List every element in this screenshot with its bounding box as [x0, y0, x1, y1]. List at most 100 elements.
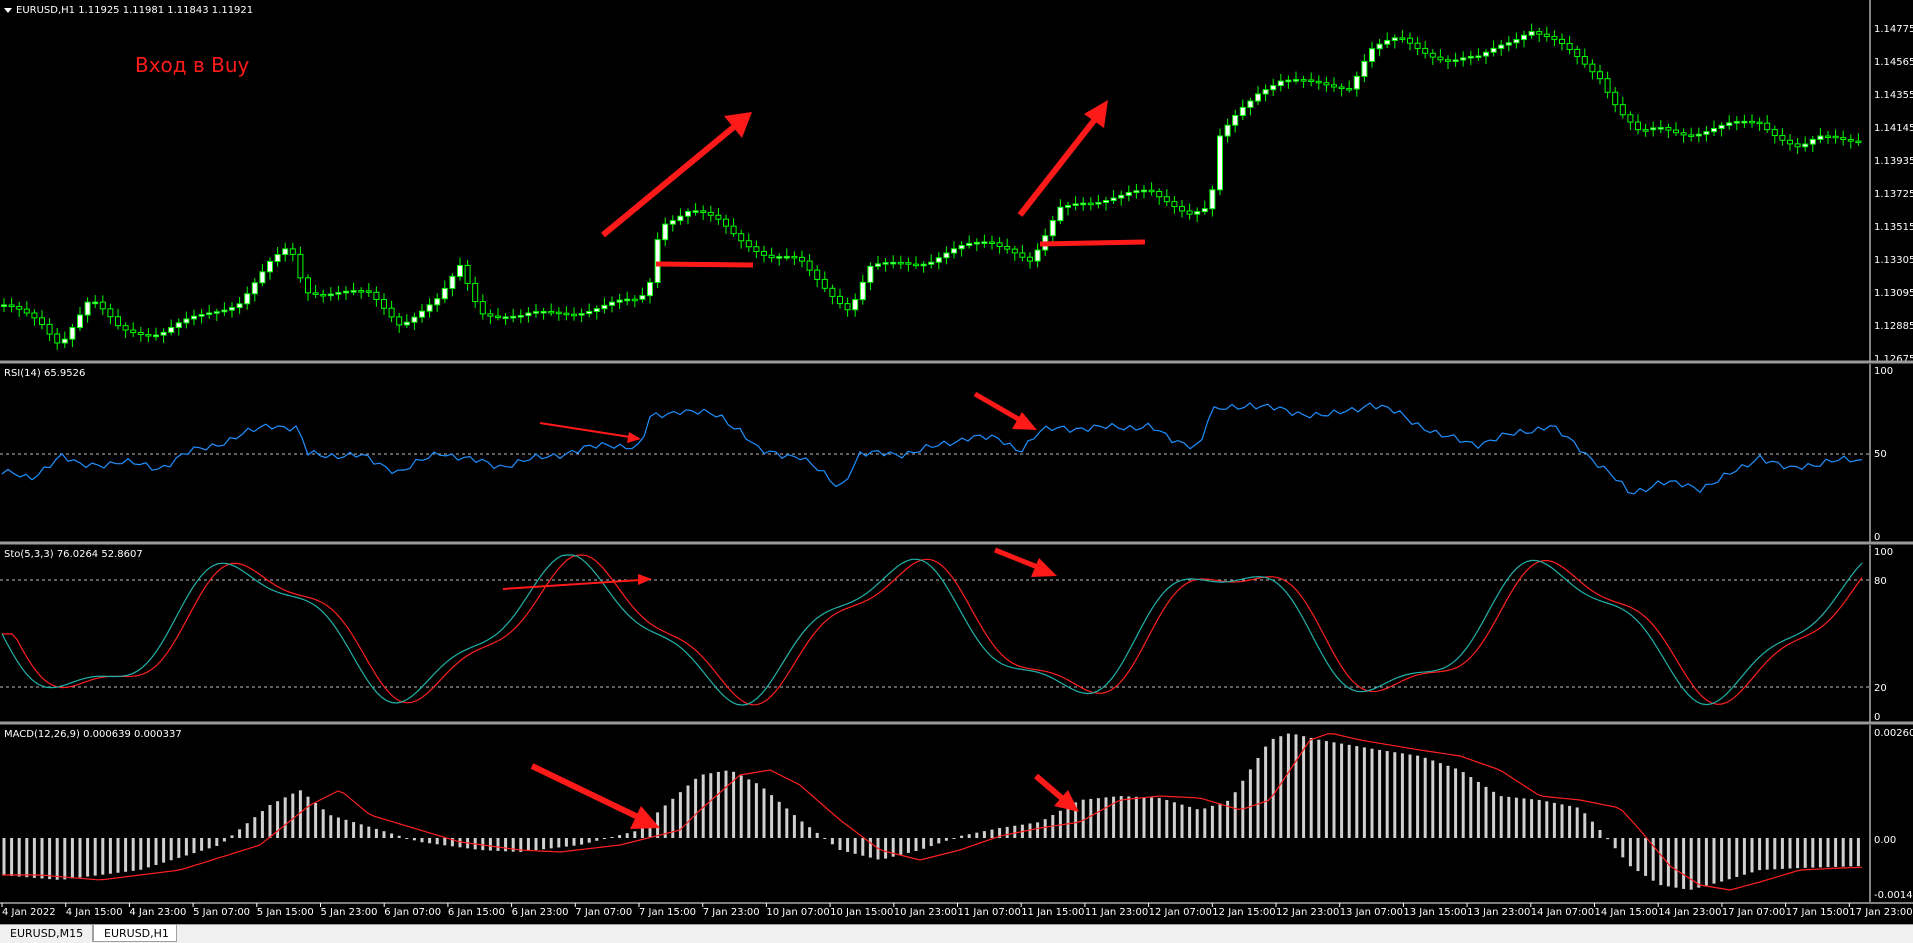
- rsi-level: 0: [1874, 532, 1880, 543]
- macd-bar: [10, 838, 14, 876]
- macd-bar: [382, 831, 386, 838]
- time-axis: 4 Jan 2022 4 Jan 15:00 4 Jan 23:00 5 Jan 07…: [1, 903, 1913, 918]
- macd-bar: [48, 838, 52, 880]
- rsi-line: [1, 402, 1863, 495]
- drawn-arrow[interactable]: [994, 547, 1057, 577]
- macd-bar: [1188, 806, 1192, 838]
- time-tick: 10 Jan 07:00: [766, 907, 829, 918]
- macd-bar: [1545, 801, 1549, 838]
- macd-bar: [868, 838, 872, 858]
- time-tick: 6 Jan 23:00: [512, 907, 569, 918]
- macd-bar: [754, 783, 758, 838]
- macd-bar: [420, 838, 424, 843]
- price-pane[interactable]: EURUSD,H1 1.11925 1.11981 1.11843 1.1192…: [0, 0, 1913, 365]
- macd-bar: [1195, 809, 1199, 838]
- macd-bar: [1689, 838, 1693, 890]
- macd-bar: [808, 827, 812, 838]
- macd-bar: [17, 838, 21, 877]
- macd-bar: [572, 838, 576, 846]
- chart-area[interactable]: EURUSD,H1 1.11925 1.11981 1.11843 1.1192…: [0, 0, 1913, 924]
- time-tick: 5 Jan 07:00: [193, 907, 250, 918]
- macd-bar: [93, 838, 97, 876]
- macd-bar: [557, 838, 561, 848]
- macd-bar: [587, 838, 591, 843]
- macd-bar: [1834, 838, 1838, 867]
- macd-bar: [792, 815, 796, 838]
- macd-bar: [1317, 739, 1321, 838]
- macd-bar: [435, 838, 439, 845]
- macd-bar: [40, 838, 44, 879]
- drawn-level-line[interactable]: [1039, 239, 1146, 247]
- macd-bar: [1066, 806, 1070, 838]
- macd-bar: [496, 838, 500, 851]
- macd-bar: [268, 805, 272, 838]
- macd-bar: [1256, 758, 1260, 838]
- macd-bar: [640, 827, 644, 838]
- time-tick: 13 Jan 15:00: [1403, 907, 1466, 918]
- macd-bar: [1180, 804, 1184, 838]
- tab-eurusd-m15[interactable]: EURUSD,M15: [0, 925, 93, 942]
- rsi-pane[interactable]: RSI(14) 65.9526 100 50 0: [0, 364, 1893, 543]
- macd-bar: [884, 838, 888, 859]
- macd-bar: [1552, 802, 1556, 838]
- macd-bar: [1742, 838, 1746, 875]
- macd-bar: [716, 771, 720, 838]
- macd-bar: [1780, 838, 1784, 869]
- time-tick: 4 Jan 2022: [2, 907, 56, 918]
- macd-bar: [1712, 838, 1716, 884]
- macd-pane[interactable]: MACD(12,26,9) 0.000639 0.000337 0.002605…: [2, 725, 1913, 902]
- macd-bar: [124, 838, 128, 872]
- price-tick: 1.14355: [1874, 90, 1913, 101]
- time-tick: 17 Jan 23:00: [1849, 907, 1912, 918]
- macd-bar: [86, 838, 90, 877]
- macd-bar: [1818, 838, 1822, 868]
- macd-bar: [929, 838, 933, 847]
- macd-bar: [1370, 748, 1374, 838]
- macd-bar: [762, 788, 766, 838]
- macd-bar: [1644, 838, 1648, 876]
- rsi-level: 100: [1874, 366, 1893, 377]
- time-tick: 5 Jan 23:00: [321, 907, 378, 918]
- macd-bar: [960, 835, 964, 838]
- macd-bar: [678, 792, 682, 838]
- entry-note: Вход в Buy: [135, 53, 250, 77]
- price-axis: 1.14775 1.14565 1.14355 1.14145 1.13935 …: [1874, 24, 1913, 365]
- macd-histogram: [2, 733, 1860, 890]
- sto-signal-line: [2, 554, 1863, 706]
- macd-bar: [162, 838, 166, 863]
- macd-bar: [116, 838, 120, 873]
- macd-bar: [549, 838, 553, 849]
- macd-bar: [602, 838, 606, 839]
- drawn-arrow[interactable]: [530, 763, 660, 829]
- macd-bar: [504, 838, 508, 852]
- chart-title: EURUSD,H1 1.11925 1.11981 1.11843 1.1192…: [16, 5, 253, 16]
- macd-bar: [1826, 838, 1830, 868]
- macd-bar: [1765, 838, 1769, 870]
- macd-bar: [1218, 803, 1222, 838]
- drawn-level-line[interactable]: [655, 261, 754, 268]
- drawn-arrow[interactable]: [973, 391, 1037, 430]
- drawn-arrow[interactable]: [539, 422, 641, 443]
- macd-bar: [686, 785, 690, 838]
- drawn-arrow[interactable]: [502, 574, 652, 590]
- tab-eurusd-h1[interactable]: EURUSD,H1: [93, 925, 177, 942]
- macd-bar: [154, 838, 158, 865]
- macd-bar: [1461, 772, 1465, 838]
- macd-bar: [63, 838, 67, 880]
- time-tick: 7 Jan 15:00: [639, 907, 696, 918]
- time-tick: 6 Jan 15:00: [448, 907, 505, 918]
- macd-bar: [853, 838, 857, 854]
- macd-bar: [1400, 753, 1404, 838]
- stochastic-pane[interactable]: Sto(5,3,3) 76.0264 52.8607 100 80 20 0: [0, 545, 1893, 723]
- time-tick: 11 Jan 07:00: [958, 907, 1021, 918]
- macd-bar: [1271, 738, 1275, 838]
- macd-bar: [1735, 838, 1739, 877]
- macd-bar: [823, 838, 827, 839]
- drawn-arrow[interactable]: [1034, 773, 1079, 812]
- macd-bar: [694, 778, 698, 838]
- macd-bar: [1324, 741, 1328, 838]
- rsi-label: RSI(14) 65.9526: [4, 368, 85, 379]
- macd-bar: [1469, 777, 1473, 838]
- macd-bar: [253, 817, 257, 838]
- macd-bar: [914, 838, 918, 851]
